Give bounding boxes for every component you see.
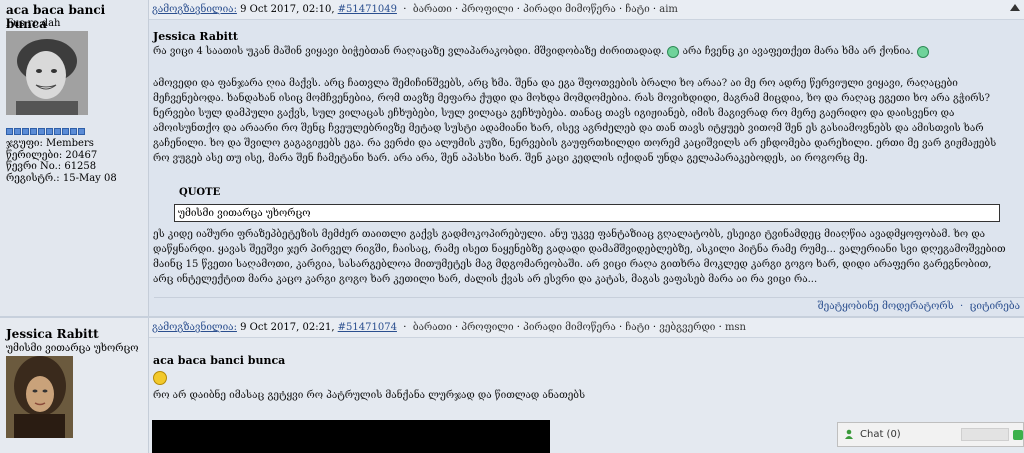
post-1-date: 9 Oct 2017, 02:10: [240, 4, 332, 15]
post-2-id-link[interactable]: #51471074: [338, 322, 397, 333]
post-1-line-1-text: რა ვიცი 4 საათის უკან მაშინ ვიყავი ბიჭებ…: [153, 46, 665, 57]
user-registered: რეგისტრ.: 15-May 08: [6, 172, 117, 184]
post-1-rank-stars: [6, 128, 85, 135]
post-2-msn-link[interactable]: msn: [725, 322, 746, 333]
post-1-line-1b-text: არა ჩვენც კი ავაფეთქეთ მარა ხმა არ ქონია…: [682, 46, 914, 57]
quote-box: უმისმი ვითარცა უხორცო: [174, 204, 1000, 222]
rank-star-icon: [22, 128, 29, 135]
rank-star-icon: [62, 128, 69, 135]
post-1-card-link[interactable]: ბარათი: [413, 4, 452, 15]
post-1-paragraph: ამოვედი და ფანჯარა ღია მაქვს. არც ჩათვლა…: [153, 78, 997, 164]
rank-star-icon: [38, 128, 45, 135]
post-1-user-info: ჯგუფი: Members წერილები: 20467 წევრი No.…: [6, 138, 117, 184]
post-1-user-panel: aca baca banci bunca Fus ro dah ჯგუფი: M…: [0, 0, 149, 318]
post-2-username[interactable]: Jessica Rabitt: [6, 327, 99, 341]
rank-star-icon: [30, 128, 37, 135]
rank-star-icon: [78, 128, 85, 135]
post-2-user-title: უმისმი ვითარცა უხორცო: [6, 343, 139, 354]
post-2-user-panel: Jessica Rabitt უმისმი ვითარცა უხორცო: [0, 318, 149, 453]
user-icon: [845, 429, 853, 439]
rank-star-icon: [46, 128, 53, 135]
post-1-header: გამოგზავნილია: 9 Oct 2017, 02:10, #51471…: [149, 0, 1024, 20]
report-moderator-link[interactable]: შეატყობინე მოდერატორს: [818, 301, 954, 312]
post-2-emoji: [153, 370, 1006, 385]
post-2-text: რო არ დაიბნე იმასაც გეტყვი რო პატრულის მ…: [153, 390, 586, 401]
user-number: წევრი No.: 61258: [6, 161, 97, 172]
quote-link[interactable]: ციტირება: [970, 301, 1020, 312]
post-1-footer: შეატყობინე მოდერატორს · ციტირება: [154, 297, 1024, 314]
post-2-card-link[interactable]: ბარათი: [413, 322, 452, 333]
post-1-avatar[interactable]: [6, 31, 88, 115]
smiley-icon: [667, 45, 680, 58]
rank-star-icon: [6, 128, 13, 135]
embedded-image[interactable]: [152, 420, 550, 453]
quote-label: QUOTE: [179, 187, 221, 198]
post-2-pm-link[interactable]: პირადი მიმოწერა: [523, 322, 616, 333]
post-2-website-link[interactable]: ვებგვერდი: [659, 322, 715, 333]
post-1-posted-link[interactable]: გამოგზავნილია:: [152, 4, 237, 15]
post-1-pm-link[interactable]: პირადი მიმოწერა: [523, 4, 616, 15]
chat-label[interactable]: Chat (0): [860, 423, 901, 446]
post-1-id-link[interactable]: #51471049: [338, 4, 397, 15]
post-1-aim-link[interactable]: aim: [659, 4, 678, 15]
post-2-header: გამოგზავნილია: 9 Oct 2017, 02:21, #51471…: [149, 318, 1024, 338]
rank-star-icon: [70, 128, 77, 135]
user-posts: წერილები: 20467: [6, 149, 98, 161]
post-1-quoted-author: Jessica Rabitt: [153, 30, 238, 43]
post-2-profile-link[interactable]: პროფილი: [461, 322, 513, 333]
waving-smiley-icon: [153, 370, 167, 385]
post-2-avatar[interactable]: [6, 356, 73, 438]
chat-bar[interactable]: Chat (0): [837, 422, 1024, 447]
post-1-line-1: რა ვიცი 4 საათის უკან მაშინ ვიყავი ბიჭებ…: [153, 44, 1006, 59]
scroll-up-icon[interactable]: [1010, 4, 1020, 11]
rank-star-icon: [54, 128, 61, 135]
post-1-user-title: Fus ro dah: [6, 18, 61, 29]
post-2-date: 9 Oct 2017, 02:21: [240, 322, 332, 333]
post-1-chat-link[interactable]: ჩატი: [625, 4, 649, 15]
post-2-chat-link[interactable]: ჩატი: [625, 322, 649, 333]
user-group: ჯგუფი: Members: [6, 138, 94, 149]
post-2-quoted-author: aca baca banci bunca: [153, 354, 286, 367]
smiley-icon: [916, 45, 929, 58]
chat-input-area[interactable]: [961, 428, 1009, 441]
post-1: aca baca banci bunca Fus ro dah ჯგუფი: M…: [0, 0, 1024, 318]
post-2-posted-link[interactable]: გამოგზავნილია:: [152, 322, 237, 333]
post-1-paragraph-2: ეს კიდე იაშური ფრაზეპბეტეზის მემძერ თაით…: [153, 229, 1006, 285]
rank-star-icon: [14, 128, 21, 135]
online-status-icon: [1013, 430, 1023, 440]
post-1-body: გამოგზავნილია: 9 Oct 2017, 02:10, #51471…: [149, 0, 1024, 318]
post-1-profile-link[interactable]: პროფილი: [461, 4, 513, 15]
